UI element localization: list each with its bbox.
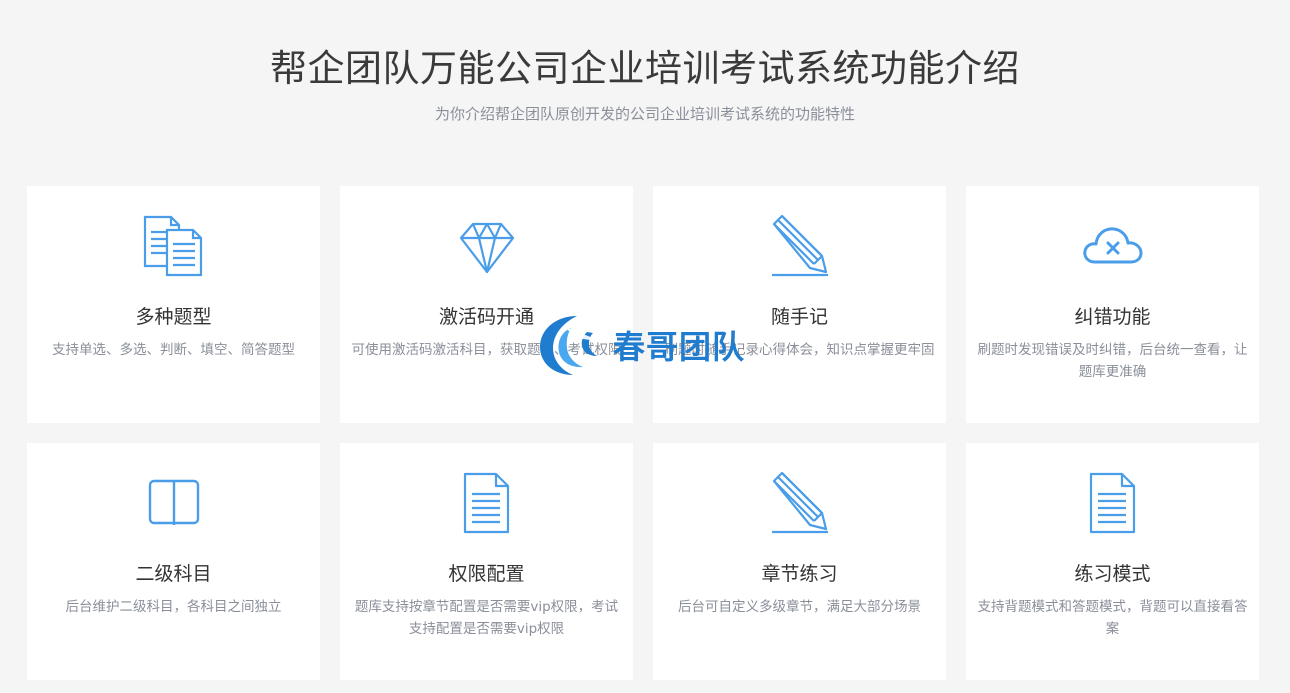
cloud-error-icon [966, 214, 1259, 278]
feature-desc: 后台可自定义多级章节，满足大部分场景 [678, 599, 921, 615]
page-subtitle: 为你介绍帮企团队原创开发的公司企业培训考试系统的功能特性 [434, 105, 855, 123]
feature-title: 纠错功能 [1074, 306, 1151, 328]
feature-card-practice-mode[interactable]: 练习模式 支持背题模式和答题模式，背题可以直接看答案 [966, 443, 1259, 680]
feature-title: 权限配置 [448, 563, 525, 585]
book-icon [27, 471, 320, 535]
feature-card-permission-config[interactable]: 权限配置 题库支持按章节配置是否需要vip权限，考试支持配置是否需要vip权限 [340, 443, 633, 680]
watermark-text: 春哥团队 [613, 328, 746, 366]
feature-card-question-types[interactable]: 多种题型 支持单选、多选、判断、填空、简答题型 [27, 186, 320, 423]
feature-card-sub-subjects[interactable]: 二级科目 后台维护二级科目，各科目之间独立 [27, 443, 320, 680]
watermark: 春哥团队 [537, 310, 767, 380]
page-title: 帮企团队万能公司企业培训考试系统功能介绍 [270, 47, 1020, 90]
pencil-icon [653, 471, 946, 535]
feature-desc: 刷题时发现错误及时纠错，后台统一查看，让题库更准确 [977, 342, 1248, 380]
feature-card-activation-code[interactable]: 激活码开通 可使用激活码激活科目，获取题库、考试权限 [340, 186, 633, 423]
feature-card-notes[interactable]: 随手记 刷题时随手记录心得体会，知识点掌握更牢固 [653, 186, 946, 423]
documents-icon [27, 214, 320, 278]
feature-card-chapter-practice[interactable]: 章节练习 后台可自定义多级章节，满足大部分场景 [653, 443, 946, 680]
pencil-icon [653, 214, 946, 278]
diamond-icon [340, 214, 633, 278]
feature-desc: 支持背题模式和答题模式，背题可以直接看答案 [977, 599, 1248, 637]
feature-title: 多种题型 [135, 306, 212, 328]
feature-card-error-correction[interactable]: 纠错功能 刷题时发现错误及时纠错，后台统一查看，让题库更准确 [966, 186, 1259, 423]
feature-desc: 题库支持按章节配置是否需要vip权限，考试支持配置是否需要vip权限 [354, 599, 619, 637]
document-icon [340, 471, 633, 535]
watermark-logo-icon [540, 316, 603, 375]
feature-desc: 支持单选、多选、判断、填空、简答题型 [52, 342, 295, 358]
feature-title: 练习模式 [1074, 563, 1151, 585]
document-icon [966, 471, 1259, 535]
feature-grid: 多种题型 支持单选、多选、判断、填空、简答题型 激活码开通 可使用激活码激活科目… [27, 186, 1259, 680]
feature-desc: 后台维护二级科目，各科目之间独立 [65, 599, 282, 615]
feature-title: 二级科目 [135, 563, 212, 585]
feature-title: 章节练习 [761, 563, 838, 585]
